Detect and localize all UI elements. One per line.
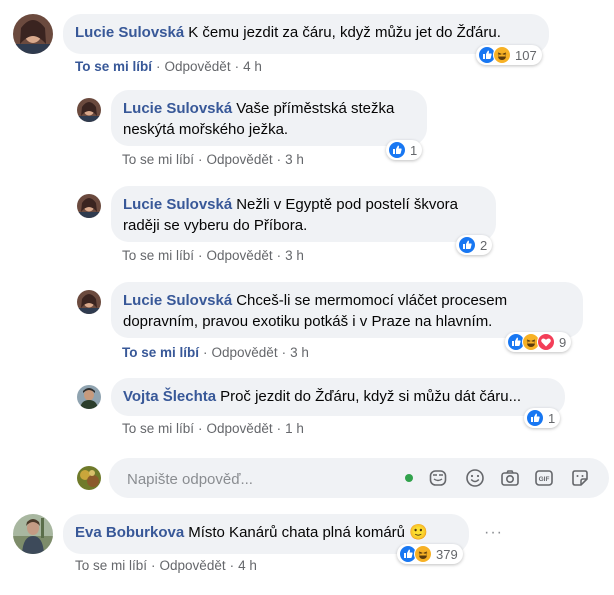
separator: · bbox=[276, 248, 282, 263]
separator: · bbox=[276, 421, 282, 436]
comment-bubble: Lucie Sulovská K čemu jezdit za čáru, kdy… bbox=[63, 14, 549, 54]
timestamp[interactable]: 3 h bbox=[285, 248, 304, 263]
reaction-count: 1 bbox=[548, 410, 556, 426]
reaction-summary[interactable]: 379 bbox=[397, 544, 463, 564]
comment-actions: To se mi líbí · Odpovědět · 1 h bbox=[122, 421, 304, 436]
comment-author[interactable]: Lucie Sulovská bbox=[75, 24, 184, 41]
comment-bubble: Vojta Šlechta Proč jezdit do Žďáru, když … bbox=[111, 378, 565, 416]
avatar[interactable] bbox=[77, 385, 101, 409]
comment-text: Proč jezdit do Žďáru, když si můžu dát č… bbox=[220, 388, 522, 405]
comment-author[interactable]: Lucie Sulovská bbox=[123, 196, 232, 213]
like-link[interactable]: To se mi líbí bbox=[75, 558, 147, 573]
like-reaction-icon bbox=[458, 236, 476, 254]
like-link[interactable]: To se mi líbí bbox=[122, 248, 194, 263]
comment-text-line-2: raději se vyberu do Příbora. bbox=[123, 217, 308, 234]
avatar[interactable] bbox=[77, 194, 101, 218]
comment-bubble: Lucie Sulovská Nežli v Egyptě pod postelí… bbox=[111, 186, 496, 242]
separator: · bbox=[156, 59, 161, 74]
emoji-icon[interactable] bbox=[465, 468, 485, 488]
comment-text-line-1: Chceš-li se mermomocí vláčet procesem bbox=[236, 292, 508, 309]
comment-text: K čemu jezdit za čáru, když můžu jet do … bbox=[188, 24, 501, 41]
timestamp[interactable]: 1 h bbox=[285, 421, 304, 436]
avatar-sticker-icon[interactable] bbox=[428, 468, 448, 488]
reply-link[interactable]: Odpovědět bbox=[207, 421, 273, 436]
comment-text-line-2: neskýtá mořského ježka. bbox=[123, 121, 289, 138]
reaction-summary[interactable]: 1 bbox=[524, 408, 561, 428]
online-status-dot bbox=[405, 474, 413, 482]
separator: · bbox=[151, 558, 156, 573]
like-link[interactable]: To se mi líbí bbox=[122, 421, 194, 436]
reply-link[interactable]: Odpovědět bbox=[207, 248, 273, 263]
comment-author[interactable]: Lucie Sulovská bbox=[123, 292, 232, 309]
reaction-summary[interactable]: 1 bbox=[386, 140, 423, 160]
reply-link[interactable]: Odpovědět bbox=[165, 59, 231, 74]
comment-text-line-2: dopravním, pravou exotiku potkáš i v Pra… bbox=[123, 313, 493, 330]
comment-author[interactable]: Eva Boburkova bbox=[75, 524, 184, 541]
separator: · bbox=[281, 345, 287, 360]
like-link[interactable]: To se mi líbí bbox=[122, 345, 199, 360]
reply-link[interactable]: Odpovědět bbox=[207, 152, 273, 167]
svg-text:GIF: GIF bbox=[539, 476, 550, 483]
separator: · bbox=[229, 558, 235, 573]
timestamp[interactable]: 3 h bbox=[290, 345, 309, 360]
like-link[interactable]: To se mi líbí bbox=[122, 152, 194, 167]
comment-text: Místo Kanárů chata plná komárů bbox=[188, 524, 406, 541]
reply-input[interactable] bbox=[125, 458, 399, 500]
camera-icon[interactable] bbox=[500, 468, 520, 488]
like-reaction-icon bbox=[526, 409, 544, 427]
reaction-count: 9 bbox=[559, 334, 567, 350]
comment-actions: To se mi líbí · Odpovědět · 3 h bbox=[122, 345, 309, 360]
comment-actions: To se mi líbí · Odpovědět · 4 h bbox=[75, 59, 262, 74]
avatar[interactable] bbox=[77, 98, 101, 122]
separator: · bbox=[198, 248, 203, 263]
more-options-icon[interactable]: ··· bbox=[484, 524, 503, 542]
comment-author[interactable]: Vojta Šlechta bbox=[123, 388, 216, 405]
reply-link[interactable]: Odpovědět bbox=[160, 558, 226, 573]
separator: · bbox=[198, 421, 203, 436]
separator: · bbox=[203, 345, 208, 360]
reaction-count: 107 bbox=[515, 47, 537, 63]
haha-reaction-icon bbox=[414, 545, 432, 563]
timestamp[interactable]: 3 h bbox=[285, 152, 304, 167]
comment-bubble: Lucie Sulovská Vaše příměstská stežka nes… bbox=[111, 90, 427, 146]
reaction-count: 1 bbox=[410, 142, 418, 158]
separator: · bbox=[276, 152, 282, 167]
reply-link[interactable]: Odpovědět bbox=[212, 345, 278, 360]
love-reaction-icon bbox=[537, 333, 555, 351]
reaction-count: 2 bbox=[480, 237, 488, 253]
reply-input-box[interactable]: GIF bbox=[109, 458, 609, 500]
comment-bubble: Lucie Sulovská Chceš-li se mermomocí vláč… bbox=[111, 282, 583, 338]
current-user-avatar bbox=[77, 466, 101, 490]
haha-reaction-icon bbox=[493, 46, 511, 64]
like-reaction-icon bbox=[388, 141, 406, 159]
comment-actions: To se mi líbí · Odpovědět · 3 h bbox=[122, 152, 304, 167]
avatar[interactable] bbox=[13, 514, 53, 554]
gif-icon[interactable]: GIF bbox=[534, 468, 554, 488]
like-link[interactable]: To se mi líbí bbox=[75, 59, 152, 74]
reaction-summary[interactable]: 107 bbox=[476, 45, 542, 65]
reaction-summary[interactable]: 9 bbox=[505, 332, 572, 352]
timestamp[interactable]: 4 h bbox=[238, 558, 257, 573]
reaction-count: 379 bbox=[436, 546, 458, 562]
separator: · bbox=[198, 152, 203, 167]
comment-text-line-1: Vaše příměstská stežka bbox=[236, 100, 395, 117]
timestamp[interactable]: 4 h bbox=[243, 59, 262, 74]
reaction-summary[interactable]: 2 bbox=[456, 235, 493, 255]
comment-text-line-1: Nežli v Egyptě pod postelí škvora bbox=[236, 196, 458, 213]
avatar[interactable] bbox=[13, 14, 53, 54]
comment-author[interactable]: Lucie Sulovská bbox=[123, 100, 232, 117]
comment-actions: To se mi líbí · Odpovědět · 3 h bbox=[122, 248, 304, 263]
comment-actions: To se mi líbí · Odpovědět · 4 h bbox=[75, 558, 257, 573]
sticker-icon[interactable] bbox=[570, 468, 590, 488]
smile-emoji-icon: 🙂 bbox=[409, 523, 428, 541]
separator: · bbox=[234, 59, 240, 74]
avatar[interactable] bbox=[77, 290, 101, 314]
